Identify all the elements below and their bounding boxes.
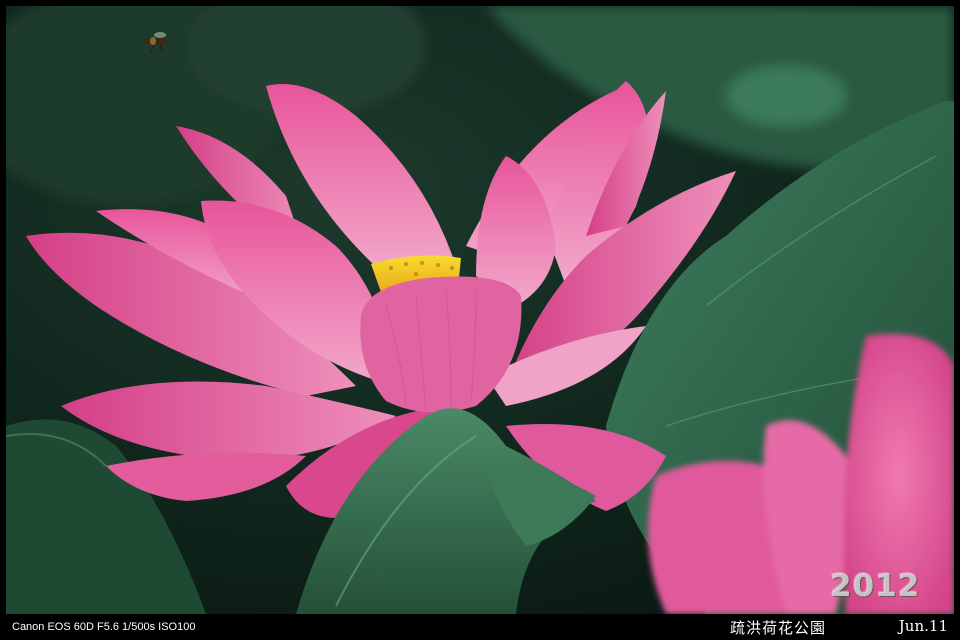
camera-info-caption: Canon EOS 60D F5.6 1/500s ISO100 xyxy=(12,621,196,633)
location-caption: 疏洪荷花公園 xyxy=(729,619,826,637)
year-watermark: 2012 xyxy=(830,568,921,604)
lotus-photo xyxy=(6,6,954,614)
photo-frame: 2012 Canon EOS 60D F5.6 1/500s ISO100 疏洪… xyxy=(0,0,960,640)
date-caption: Jun.11 xyxy=(898,617,948,635)
